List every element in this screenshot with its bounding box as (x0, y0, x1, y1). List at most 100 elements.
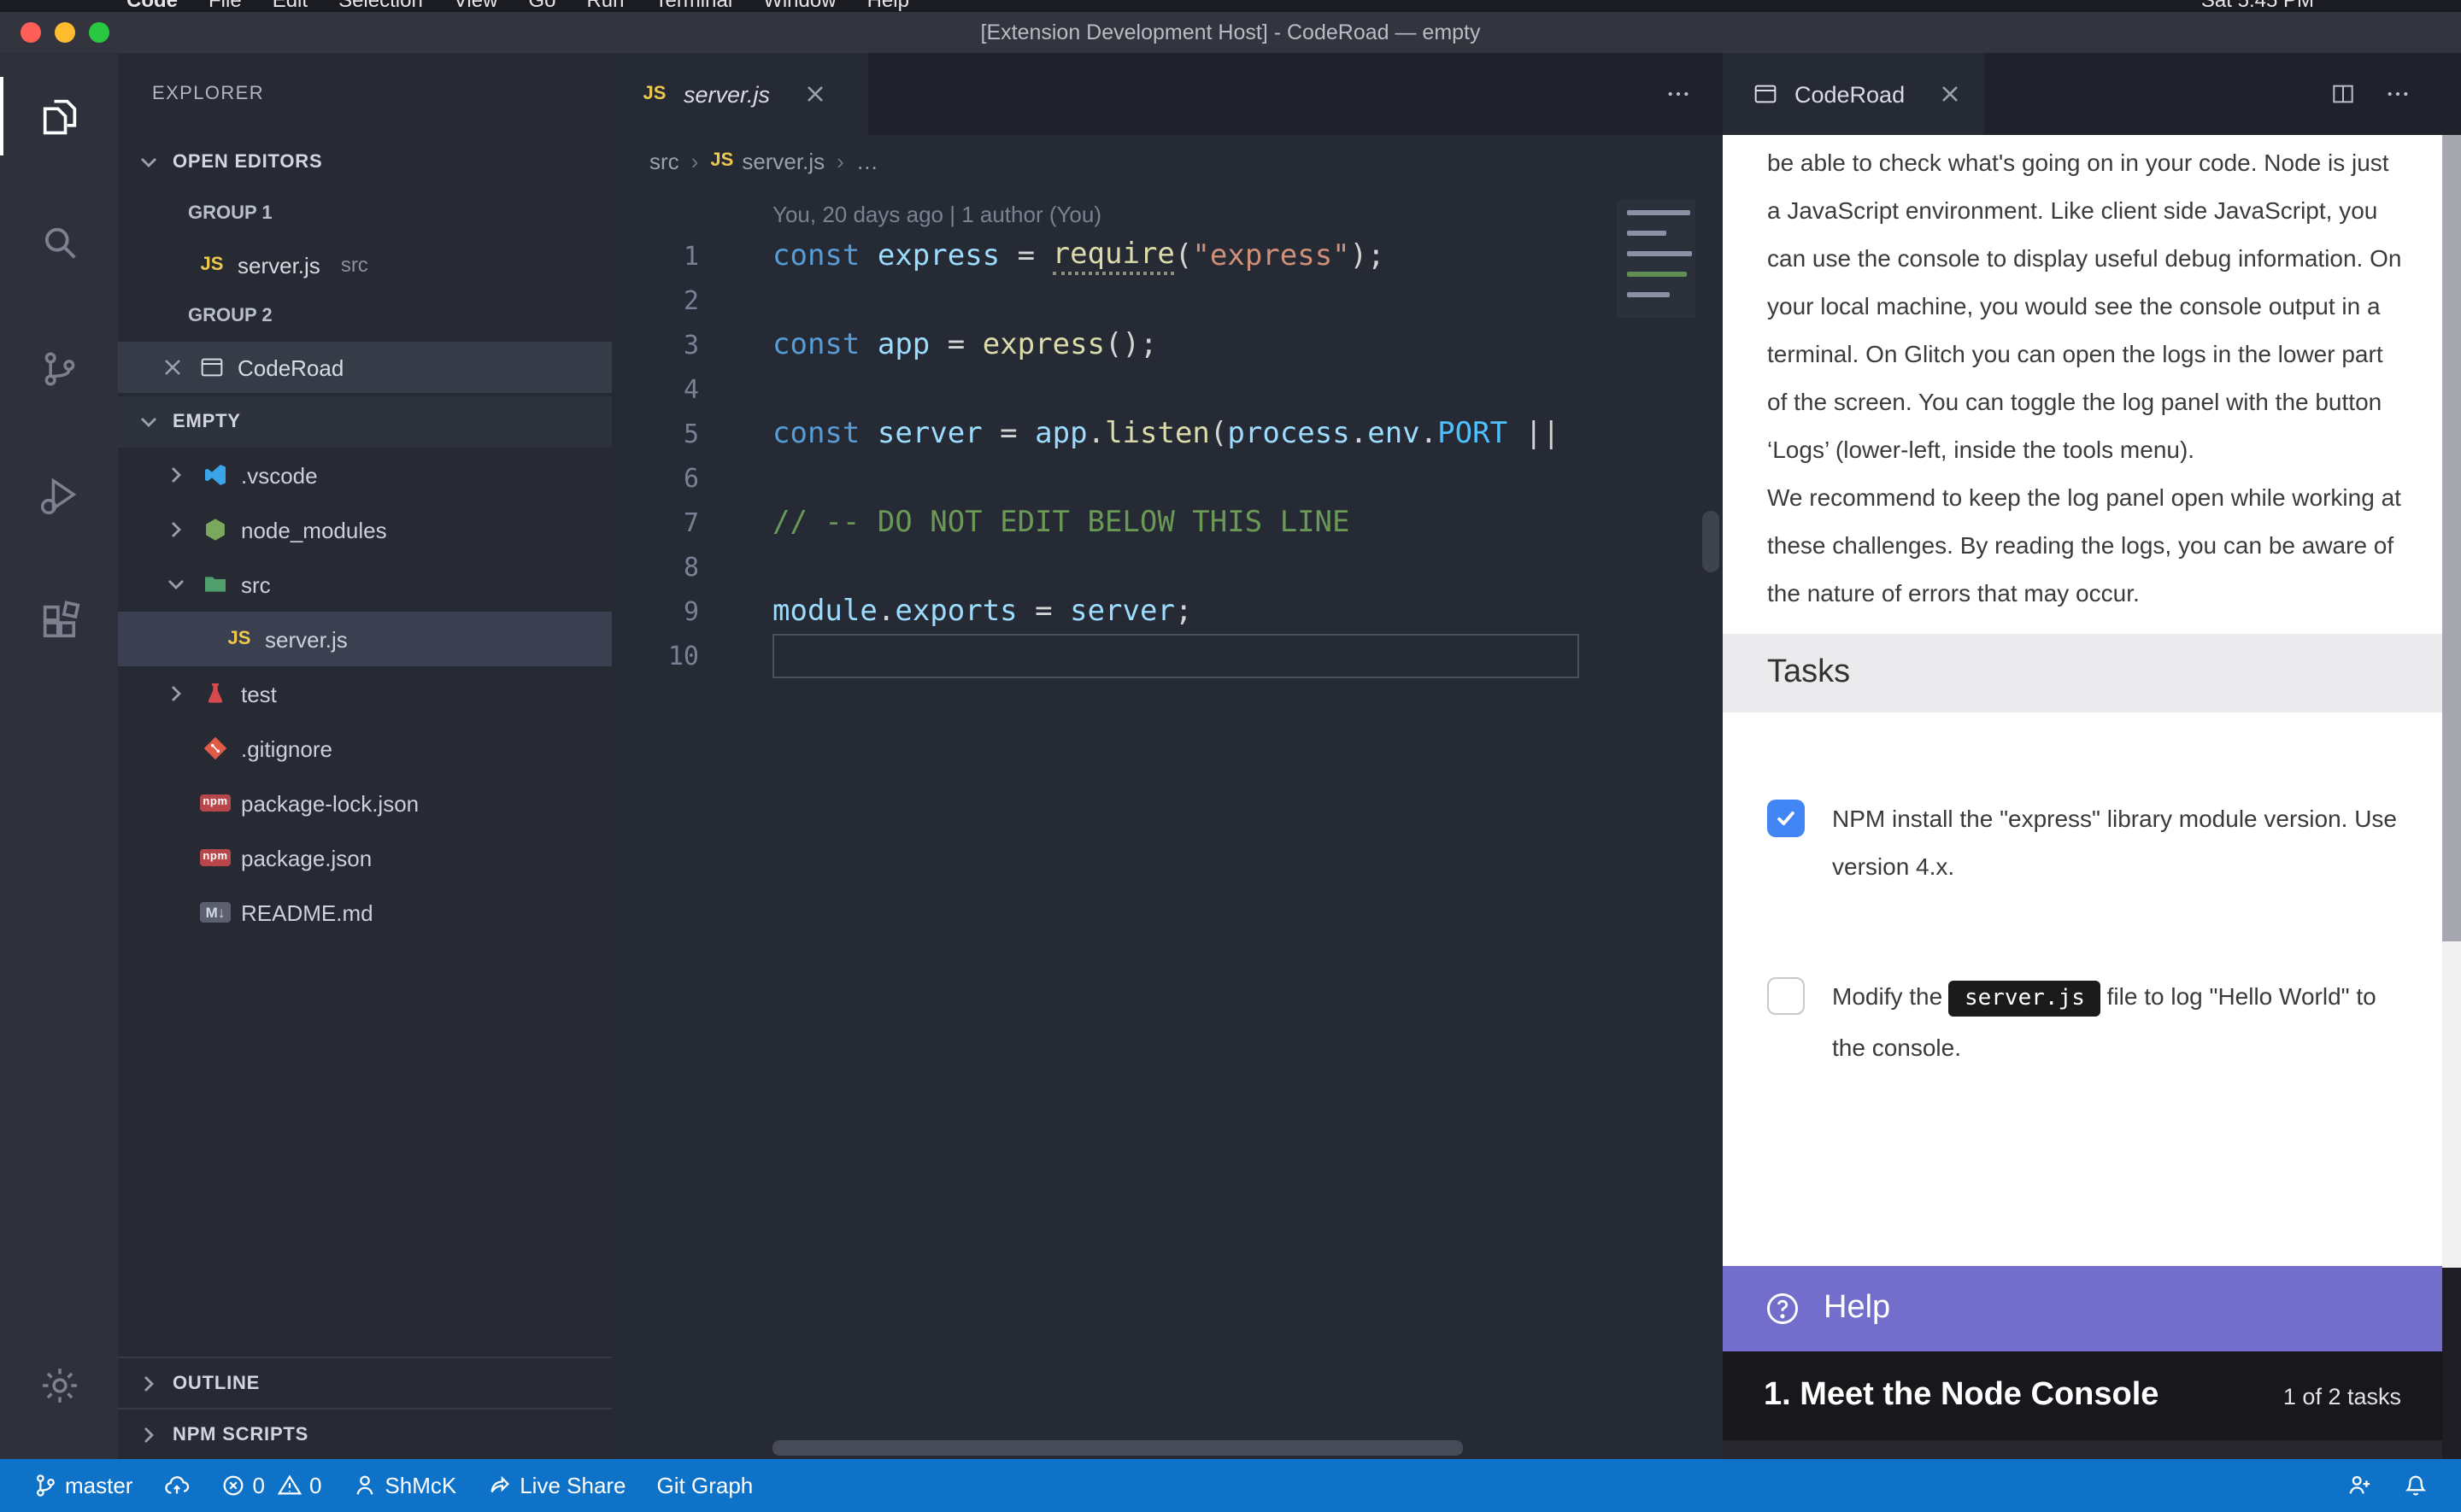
help-accordion[interactable]: Help (1723, 1266, 2442, 1351)
status-git-graph[interactable]: Git Graph (642, 1459, 769, 1512)
task-item-1: NPM install the "express" library module… (1723, 794, 2442, 890)
task-checkbox[interactable] (1767, 800, 1805, 837)
tab-server-js[interactable]: JS server.js (612, 53, 868, 135)
sidebar-title: EXPLORER (118, 53, 612, 118)
code-line[interactable]: 2 (612, 278, 1723, 323)
scrollbar-thumb[interactable] (2442, 135, 2461, 941)
tree-item-test[interactable]: test (118, 666, 612, 721)
tree-item--gitignore[interactable]: .gitignore (118, 721, 612, 776)
status-live-share[interactable]: Live Share (472, 1459, 641, 1512)
menu-terminal[interactable]: Terminal (655, 0, 732, 12)
tree-item-server-js[interactable]: JSserver.js (118, 612, 612, 666)
code-line[interactable]: 9module.exports = server; (612, 589, 1723, 634)
split-editor-icon[interactable] (2329, 80, 2357, 108)
code-line[interactable]: 3const app = express(); (612, 323, 1723, 367)
line-content: // -- DO NOT EDIT BELOW THIS LINE (772, 501, 1579, 545)
minimap-line (1627, 272, 1686, 277)
code-line[interactable]: 10 (612, 634, 1723, 678)
status-git-branch[interactable]: master (17, 1459, 148, 1512)
code-line[interactable]: 6 (612, 456, 1723, 501)
file-name: test (241, 681, 277, 706)
code-token: (); (1105, 328, 1157, 362)
menu-run[interactable]: Run (586, 0, 624, 12)
menu-edit[interactable]: Edit (273, 0, 308, 12)
status-notifications[interactable] (2388, 1459, 2444, 1512)
editor-horizontal-scrollbar[interactable] (772, 1440, 1518, 1456)
menu-go[interactable]: Go (528, 0, 555, 12)
file-name: node_modules (241, 517, 387, 542)
task-checkbox[interactable] (1767, 977, 1805, 1015)
scrollbar-thumb[interactable] (1702, 511, 1719, 572)
webview-scrollbar[interactable] (2442, 53, 2461, 1459)
activity-extensions[interactable] (0, 559, 118, 685)
code-line[interactable]: 4 (612, 367, 1723, 412)
status-segment: Git Graph (657, 1473, 754, 1498)
scrollbar-thumb[interactable] (772, 1440, 1463, 1456)
explorer-sidebar: EXPLORER OPEN EDITORS GROUP 1JSserver.js… (118, 53, 612, 1459)
menu-view[interactable]: View (454, 0, 498, 12)
code-line[interactable]: 1const express = require("express"); (612, 234, 1723, 278)
tree-item-package-lock-json[interactable]: npmpackage-lock.json (118, 776, 612, 830)
code-token: // -- DO NOT EDIT BELOW THIS LINE (772, 506, 1350, 540)
status-text: Git Graph (657, 1473, 754, 1498)
open-editor-item-server-js[interactable]: JSserver.jssrc (118, 239, 612, 290)
activity-explorer[interactable] (0, 53, 118, 179)
panel-more-actions-icon[interactable] (2384, 80, 2411, 108)
breadcrumb-item[interactable]: … (856, 148, 878, 173)
breadcrumb-item[interactable]: src (649, 148, 679, 173)
menu-code[interactable]: Code (126, 0, 178, 12)
status-problems[interactable]: 00 (204, 1459, 337, 1512)
close-editor-icon[interactable] (159, 354, 186, 381)
section-label: OPEN EDITORS (173, 152, 322, 173)
editor-more-actions-icon[interactable] (1665, 80, 1692, 108)
menu-window[interactable]: Window (763, 0, 836, 12)
close-tab-icon[interactable] (1935, 80, 1963, 108)
code-editor[interactable]: You, 20 days ago | 1 author (You) 1const… (612, 186, 1723, 1459)
code-token: . (1350, 417, 1368, 451)
open-editors-header[interactable]: OPEN EDITORS (118, 137, 612, 188)
status-publish[interactable] (148, 1459, 204, 1512)
js-icon: JS (197, 255, 227, 274)
close-tab-icon[interactable] (801, 80, 828, 108)
workspace-section-header[interactable]: EMPTY (118, 396, 612, 448)
status-feedback[interactable] (2331, 1459, 2388, 1512)
minimize-window-button[interactable] (55, 22, 75, 43)
section-outline[interactable]: OUTLINE (118, 1357, 612, 1408)
editor-group: JS server.js src›JSserver.js›… You, 20 d… (612, 53, 1723, 1459)
close-window-button[interactable] (21, 22, 41, 43)
tree-item--vscode[interactable]: .vscode (118, 448, 612, 502)
menu-help[interactable]: Help (867, 0, 909, 12)
tree-item-src[interactable]: src (118, 557, 612, 612)
scrollbar-track[interactable] (2442, 941, 2461, 1268)
code-token: PORT (1437, 417, 1507, 451)
breadcrumb-separator: › (837, 148, 844, 173)
tree-item-readme-md[interactable]: M↓README.md (118, 885, 612, 940)
code-line[interactable]: 8 (612, 545, 1723, 589)
code-token: ( (1175, 239, 1193, 273)
tree-item-package-json[interactable]: npmpackage.json (118, 830, 612, 885)
code-line[interactable]: 7// -- DO NOT EDIT BELOW THIS LINE (612, 501, 1723, 545)
editor-vertical-scrollbar[interactable] (1699, 186, 1723, 1459)
section-npm-scripts[interactable]: NPM SCRIPTS (118, 1408, 612, 1459)
status-segment: Live Share (487, 1473, 626, 1498)
breadcrumb-item[interactable]: JSserver.js (710, 148, 825, 173)
activity-settings[interactable] (0, 1322, 118, 1449)
menu-selection[interactable]: Selection (338, 0, 423, 12)
menu-file[interactable]: File (209, 0, 242, 12)
zoom-window-button[interactable] (89, 22, 109, 43)
code-line[interactable]: 5const server = app.listen(process.env.P… (612, 412, 1723, 456)
title-bar[interactable]: [Extension Development Host] - CodeRoad … (0, 12, 2461, 53)
status-live-share-account[interactable]: ShMcK (337, 1459, 472, 1512)
line-number: 6 (612, 463, 699, 494)
activity-source-control[interactable] (0, 306, 118, 432)
activity-run-and-debug[interactable] (0, 432, 118, 559)
code-token: ); (1350, 239, 1385, 273)
code-token: const (772, 417, 878, 451)
minimap[interactable] (1617, 200, 1695, 318)
tab-coderoad[interactable]: CodeRoad (1723, 53, 1983, 135)
activity-search[interactable] (0, 179, 118, 306)
code-token: module (772, 595, 878, 629)
tree-item-node-modules[interactable]: node_modules (118, 502, 612, 557)
open-editor-item-coderoad[interactable]: CodeRoad (118, 342, 612, 393)
open-editors-group-label: GROUP 1 (118, 188, 612, 239)
